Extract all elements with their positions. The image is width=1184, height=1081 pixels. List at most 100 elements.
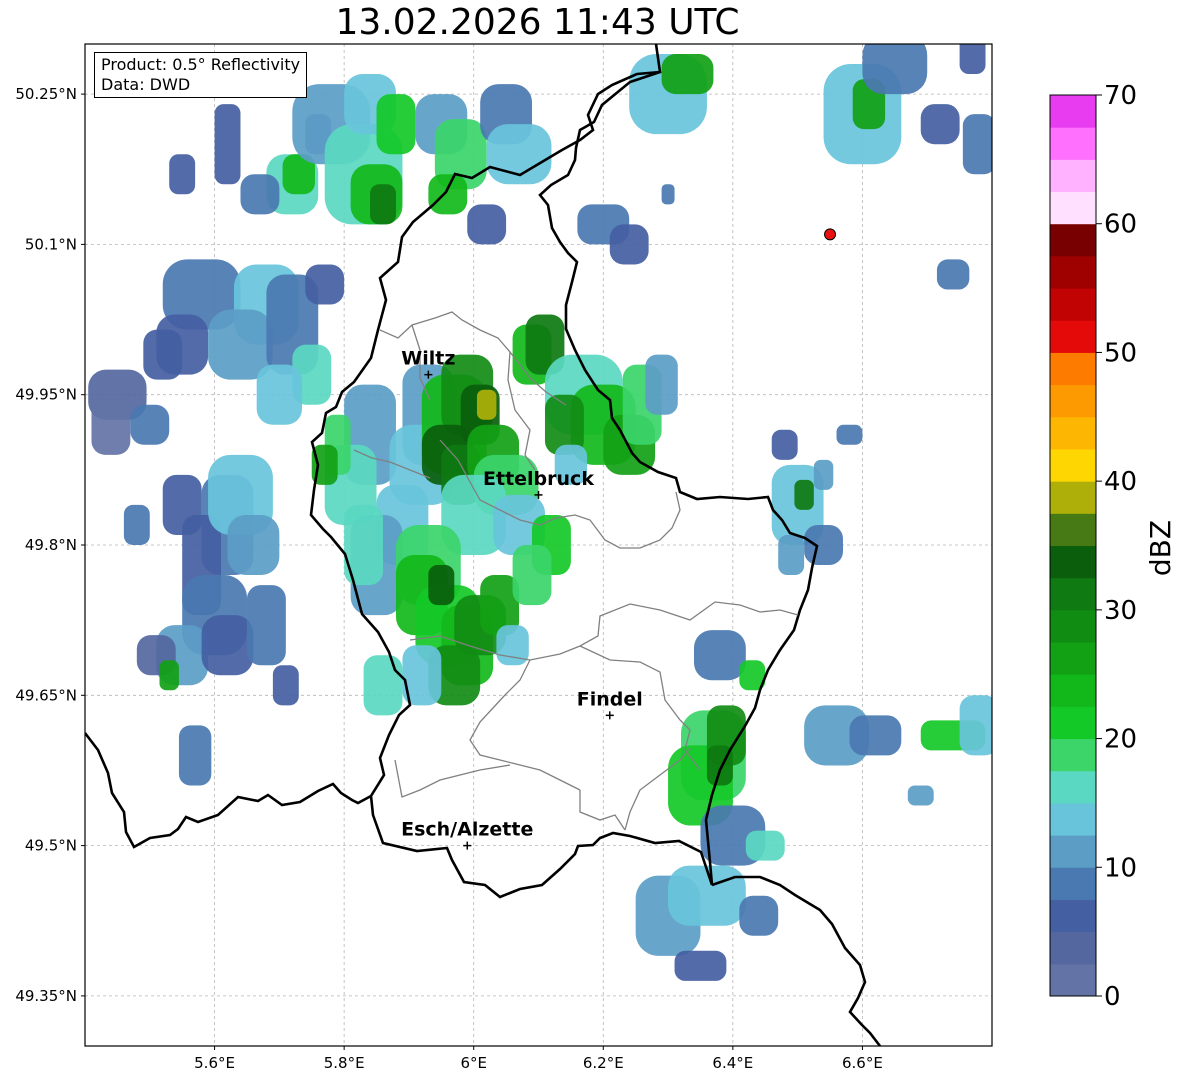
- x-tick-label: 6.2°E: [583, 1054, 624, 1072]
- data-source-label: Data: DWD: [101, 75, 191, 94]
- radar-echo: [661, 184, 675, 205]
- colorbar-tick-label: 20: [1104, 725, 1137, 755]
- x-tick-label: 5.6°E: [194, 1054, 235, 1072]
- product-info-box: Product: 0.5° Reflectivity Data: DWD: [94, 52, 308, 98]
- radar-echo: [123, 504, 150, 545]
- radar-echo: [227, 514, 280, 576]
- colorbar-segment: [1050, 448, 1096, 482]
- radar-echo: [169, 154, 196, 195]
- radar-echo: [476, 389, 497, 420]
- colorbar-segment: [1050, 899, 1096, 933]
- colorbar-tick-label: 50: [1104, 338, 1137, 368]
- y-tick-label: 49.35°N: [15, 987, 77, 1005]
- colorbar-tick-label: 10: [1104, 853, 1137, 883]
- radar-echo: [674, 950, 727, 981]
- city-label: Wiltz: [401, 348, 455, 370]
- x-tick-label: 5.8°E: [324, 1054, 365, 1072]
- radar-echo: [661, 54, 714, 95]
- radar-echo: [370, 184, 396, 225]
- city-label: Esch/Alzette: [401, 819, 533, 841]
- colorbar-segment: [1050, 223, 1096, 257]
- y-tick-label: 50.25°N: [15, 85, 77, 103]
- colorbar-segment: [1050, 867, 1096, 900]
- radar-echo: [156, 314, 209, 375]
- radar-echo: [272, 665, 299, 706]
- colorbar-segment: [1050, 545, 1096, 579]
- radar-echo: [376, 94, 416, 155]
- radar-echo: [959, 695, 992, 756]
- radar-echo: [246, 585, 286, 666]
- colorbar-segment: [1050, 577, 1096, 611]
- radar-echo: [778, 534, 805, 576]
- radar-echo: [363, 655, 403, 716]
- radar-echo: [240, 174, 280, 215]
- radar-echo: [693, 630, 746, 681]
- radar-echo: [467, 204, 507, 245]
- radar-echo: [91, 394, 131, 455]
- radar-echo: [794, 479, 814, 510]
- radar-map[interactable]: Wiltz Ettelbruck Findel Esch/Alzette 5.6°E 5…: [0, 0, 1184, 1081]
- colorbar-tick-label: 70: [1104, 81, 1137, 111]
- radar-echo: [512, 545, 552, 606]
- colorbar: [1049, 94, 1097, 997]
- radar-echo: [645, 354, 678, 415]
- colorbar-segment: [1050, 191, 1096, 225]
- colorbar-segment: [1050, 288, 1096, 321]
- map-area[interactable]: Wiltz Ettelbruck Findel Esch/Alzette: [85, 34, 998, 1046]
- radar-echo: [920, 104, 960, 145]
- colorbar-segment: [1050, 320, 1096, 353]
- radar-echo: [214, 104, 241, 185]
- radar-echo: [739, 895, 779, 936]
- radar-echo: [959, 44, 986, 75]
- colorbar-segment: [1050, 674, 1096, 707]
- city-label: Ettelbruck: [483, 468, 594, 490]
- colorbar-segment: [1050, 963, 1096, 997]
- radar-echo: [159, 660, 179, 691]
- colorbar-segment: [1050, 770, 1096, 804]
- radar-echo: [668, 865, 746, 926]
- radar-echo: [201, 615, 254, 676]
- x-tick-label: 6°E: [460, 1054, 487, 1072]
- radar-echo: [936, 259, 970, 290]
- radar-echo: [849, 715, 902, 756]
- x-tick-label: 6.4°E: [712, 1054, 753, 1072]
- colorbar-segment: [1050, 384, 1096, 418]
- y-tick-label: 49.95°N: [15, 386, 77, 404]
- radar-echo: [745, 830, 785, 861]
- colorbar-segment: [1050, 609, 1096, 643]
- colorbar-segment: [1050, 416, 1096, 450]
- radar-echo: [862, 44, 928, 95]
- colorbar-segment: [1050, 352, 1096, 386]
- y-axis-ticks: 50.25°N 50.1°N 49.95°N 49.8°N 49.65°N 49.5°N 4…: [15, 85, 85, 1005]
- colorbar-segment: [1050, 127, 1096, 160]
- radar-site-marker[interactable]: [824, 228, 837, 241]
- radar-echo: [813, 459, 834, 490]
- y-tick-label: 50.1°N: [25, 235, 77, 253]
- y-tick-label: 49.65°N: [15, 686, 77, 704]
- colorbar-tick-label: 30: [1104, 596, 1137, 626]
- colorbar-segment: [1050, 738, 1096, 772]
- colorbar-segment: [1050, 159, 1096, 193]
- radar-echo: [771, 429, 798, 460]
- city-label: Findel: [577, 688, 643, 710]
- colorbar-tick-label: 60: [1104, 210, 1137, 240]
- radar-echo: [804, 524, 843, 566]
- radar-echo: [428, 565, 455, 606]
- radar-echo: [178, 725, 212, 786]
- radar-echo: [256, 364, 303, 425]
- colorbar-ticks: 0 10 20 30 40 50 60 70: [1096, 81, 1137, 1012]
- x-tick-label: 6.6°E: [842, 1054, 883, 1072]
- colorbar-segment: [1050, 802, 1096, 836]
- radar-echo: [609, 224, 649, 265]
- colorbar-segment: [1050, 931, 1096, 965]
- colorbar-segment: [1050, 513, 1096, 546]
- colorbar-segment: [1050, 706, 1096, 740]
- colorbar-label: dBZ: [1144, 520, 1177, 576]
- colorbar-tick-label: 0: [1104, 982, 1121, 1012]
- radar-echo: [305, 264, 345, 305]
- colorbar-segment: [1050, 95, 1096, 128]
- colorbar-segment: [1050, 835, 1096, 868]
- colorbar-segment: [1050, 642, 1096, 675]
- radar-echo: [428, 174, 468, 215]
- radar-echo: [962, 114, 992, 175]
